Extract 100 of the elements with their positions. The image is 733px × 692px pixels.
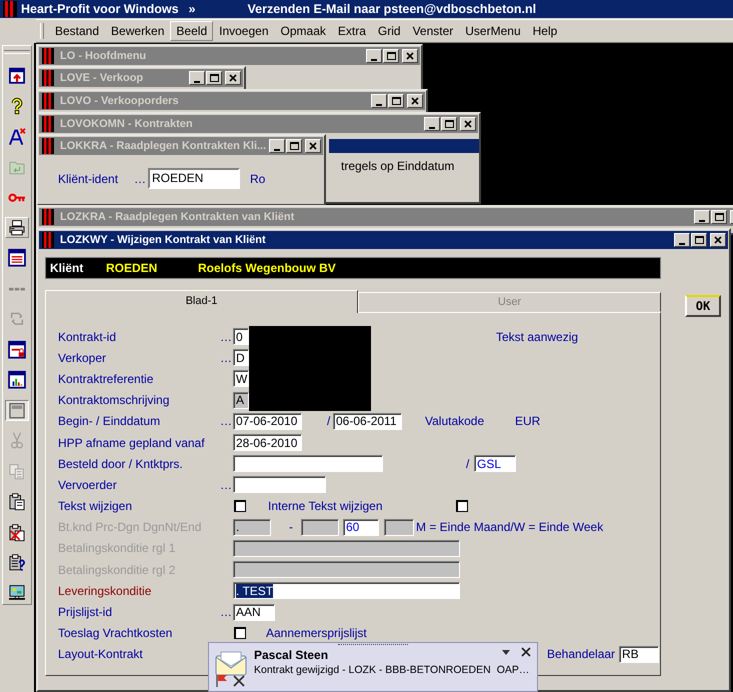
lookup-dots[interactable]: …: [220, 478, 233, 492]
bars-logo-icon: [42, 209, 54, 225]
lookup-dots[interactable]: …: [220, 414, 233, 428]
maximize-button[interactable]: [711, 210, 727, 224]
flag-icon[interactable]: [215, 674, 229, 687]
input-field[interactable]: AAN: [233, 604, 275, 621]
close-button[interactable]: [402, 49, 418, 63]
close-icon[interactable]: [521, 647, 531, 657]
tab[interactable]: Blad-1: [45, 290, 358, 313]
input-field[interactable]: GSL: [474, 455, 516, 472]
chevron-text: »: [188, 2, 196, 16]
input-field[interactable]: D: [233, 349, 249, 366]
field-label: Betalingskonditie rgl 1: [58, 541, 176, 556]
ok-button[interactable]: OK: [685, 295, 721, 317]
lookup-dots[interactable]: …: [220, 605, 233, 620]
input-field[interactable]: 07-06-2010: [233, 412, 302, 430]
input-field[interactable]: 28-06-2010: [233, 434, 302, 452]
window-icon[interactable]: [5, 400, 29, 422]
menu-item[interactable]: Bewerken: [105, 21, 170, 41]
input-field[interactable]: 06-06-2011: [333, 412, 402, 430]
maximize-button[interactable]: [383, 49, 399, 63]
maximize-button[interactable]: [441, 117, 457, 131]
field-text: /: [466, 456, 470, 471]
client-label: Kliënt: [50, 261, 84, 275]
field-label: Begin- / Einddatum: [58, 414, 162, 428]
field-label: Leveringskonditie: [58, 584, 152, 598]
printer-icon[interactable]: [5, 217, 29, 238]
close-button[interactable]: [305, 139, 321, 153]
bars-logo-icon: [42, 232, 54, 248]
close-button[interactable]: [710, 233, 726, 247]
lookup-dots[interactable]: …: [220, 350, 233, 365]
input-field[interactable]: 0: [233, 328, 249, 346]
status-message: Verzenden E-Mail naar psteen@vdboschbeton.nl: [248, 2, 536, 16]
field-text: Valutakode: [425, 414, 486, 428]
close-button[interactable]: [460, 117, 476, 131]
app-title: Heart-Profit voor Windows: [21, 2, 179, 16]
field-label: Toeslag Vrachtkosten: [58, 626, 174, 640]
field-label: Vervoerder: [58, 478, 118, 492]
toolbar-grip: [4, 50, 30, 54]
window-title: LOVOKOMN - Kontrakten: [60, 118, 194, 130]
close-button[interactable]: [225, 71, 241, 85]
minimize-button[interactable]: [269, 139, 285, 153]
menu-item[interactable]: Help: [526, 21, 564, 41]
field-text: Ro: [250, 172, 266, 186]
window-title: LOKKRA - Raadplegen Kontrakten Kli...: [60, 140, 268, 152]
close-button[interactable]: [407, 94, 423, 108]
input-field[interactable]: [233, 455, 383, 472]
field-label: Kontraktomschrijving: [58, 393, 170, 408]
field-text: M = Einde Maand/W = Einde Week: [416, 520, 604, 534]
maximize-button[interactable]: [691, 233, 707, 247]
input-field[interactable]: W: [233, 370, 249, 388]
input-field[interactable]: RB: [619, 646, 659, 663]
menu-item[interactable]: Beeld: [170, 21, 214, 41]
menu-item[interactable]: Grid: [372, 21, 407, 41]
field-label: Kontrakt-id: [58, 330, 118, 344]
menu-grip: [40, 23, 44, 39]
input-field[interactable]: . TEST: [233, 582, 460, 600]
bars-logo-icon: [42, 138, 54, 154]
field-label: Layout-Kontrakt: [58, 647, 144, 662]
input-field[interactable]: ROEDEN: [148, 168, 240, 189]
bars-logo-icon: [3, 1, 17, 17]
field-text: Aannemersprijslijst: [266, 626, 367, 640]
minimize-button[interactable]: [371, 94, 387, 108]
field-text: Tekst aanwezig: [496, 330, 578, 344]
minimize-button[interactable]: [694, 210, 710, 224]
envelope-icon: [215, 650, 247, 676]
checkbox[interactable]: [456, 500, 468, 512]
maximize-button[interactable]: [206, 71, 222, 85]
field-text: EUR: [515, 414, 540, 428]
checkbox[interactable]: [234, 627, 246, 640]
chart-icon[interactable]: [5, 369, 29, 391]
menu-item[interactable]: UserMenu: [459, 21, 527, 41]
checkbox[interactable]: [234, 500, 246, 512]
client-name: Roelofs Wegenbouw BV: [198, 261, 336, 275]
dropdown-arrow-icon[interactable]: [501, 648, 511, 656]
field-label: Kliënt-ident: [58, 172, 120, 186]
input-field: A: [233, 392, 249, 409]
minimize-button[interactable]: [674, 233, 690, 247]
window-list-icon[interactable]: [5, 247, 29, 269]
notification-extra: OAP…: [496, 664, 530, 676]
bars-logo-icon: [42, 116, 54, 132]
window-lock-icon[interactable]: [5, 338, 29, 360]
menu-item[interactable]: Venster: [406, 21, 460, 41]
delete-icon[interactable]: [233, 674, 245, 686]
minimize-button[interactable]: [424, 117, 440, 131]
window-title: LOZKRA - Raadplegen Kontrakten van Kliënt: [60, 211, 296, 223]
lookup-dots[interactable]: …: [134, 172, 148, 186]
minimize-button[interactable]: [366, 49, 382, 63]
window-title: LO - Hoofdmenu: [60, 50, 148, 62]
menu-item[interactable]: Opmaak: [274, 21, 332, 41]
minimize-button[interactable]: [189, 71, 205, 85]
lookup-dots[interactable]: …: [220, 330, 233, 344]
maximize-button[interactable]: [286, 139, 302, 153]
menu-item[interactable]: Bestand: [49, 21, 106, 41]
field-text: -: [289, 520, 294, 534]
menu-item[interactable]: Extra: [332, 21, 372, 41]
maximize-button[interactable]: [388, 94, 404, 108]
menu-item[interactable]: Invoegen: [213, 21, 275, 41]
input-field[interactable]: [233, 476, 326, 494]
list-row[interactable]: tregels op Einddatum: [329, 159, 479, 173]
